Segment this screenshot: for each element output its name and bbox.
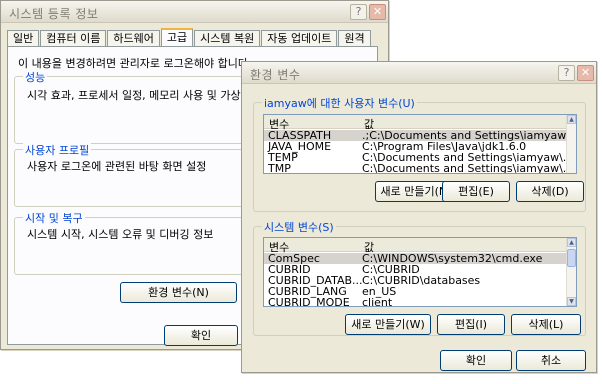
system-variables-list[interactable]: 변수 값 ComSpec C:\WINDOWS\system32\cmd.exe… xyxy=(263,237,577,307)
tab-hardware[interactable]: 하드웨어 xyxy=(107,30,160,46)
tab-automatic-updates[interactable]: 자동 업데이트 xyxy=(261,30,338,46)
close-icon[interactable]: ✕ xyxy=(369,4,386,20)
system-delete-button[interactable]: 삭제(L) xyxy=(511,314,581,335)
tab-general[interactable]: 일반 xyxy=(7,30,40,46)
ok-button[interactable]: 확인 xyxy=(164,325,238,346)
tab-remote[interactable]: 원격 xyxy=(338,30,371,46)
group-title: 시작 및 복구 xyxy=(23,210,85,226)
close-icon[interactable]: ✕ xyxy=(577,65,594,81)
help-icon[interactable]: ? xyxy=(558,65,575,81)
system-variables-group: 시스템 변수(S) 변수 값 ComSpec C:\WINDOWS\system… xyxy=(253,219,586,336)
variable-name: CUBRID_MODE xyxy=(268,296,350,307)
group-title: 시스템 변수(S) xyxy=(262,219,336,235)
user-variables-list[interactable]: 변수 값 CLASSPATH .;C:\Documents and Settin… xyxy=(263,114,577,174)
scroll-up-icon[interactable]: ▲ xyxy=(567,115,576,124)
group-description: 시각 효과, 프로세서 일정, 메모리 사용 및 가상 메 xyxy=(27,89,255,102)
tab-strip: 일반 컴퓨터 이름 하드웨어 고급 시스템 복원 자동 업데이트 원격 xyxy=(7,28,372,47)
group-title: iamyaw에 대한 사용자 변수(U) xyxy=(262,95,417,111)
group-title: 성능 xyxy=(23,69,48,85)
window-title: 환경 변수 xyxy=(250,68,301,82)
environment-variables-dialog: 환경 변수 ? ✕ iamyaw에 대한 사용자 변수(U) 변수 값 CLAS… xyxy=(241,61,597,373)
user-edit-button[interactable]: 편집(E) xyxy=(442,181,510,202)
tab-system-restore[interactable]: 시스템 복원 xyxy=(194,30,261,46)
window-title: 시스템 등록 정보 xyxy=(9,7,99,21)
list-header: 변수 값 xyxy=(264,238,566,254)
list-item[interactable]: TMP C:\Documents and Settings\iamyaw\... xyxy=(264,162,573,174)
help-icon[interactable]: ? xyxy=(350,4,367,20)
list-item[interactable]: CUBRID_MODE client xyxy=(264,296,566,307)
system-edit-button[interactable]: 편집(I) xyxy=(437,314,505,335)
list-header: 변수 값 xyxy=(264,115,566,131)
group-description: 시스템 시작, 시스템 오류 및 디버깅 정보 xyxy=(27,228,214,241)
ok-button[interactable]: 확인 xyxy=(440,350,512,371)
group-title: 사용자 프로필 xyxy=(23,142,92,158)
group-description: 사용자 로그온에 관련된 바탕 화면 설정 xyxy=(27,160,207,173)
vertical-scrollbar[interactable]: ▲ ▼ xyxy=(566,238,576,306)
variable-value: client xyxy=(362,296,393,307)
vertical-scrollbar[interactable]: ▲ xyxy=(566,115,576,173)
scroll-thumb[interactable] xyxy=(567,249,576,267)
variable-value: C:\Documents and Settings\iamyaw\... xyxy=(362,162,574,174)
tab-computer-name[interactable]: 컴퓨터 이름 xyxy=(40,30,107,46)
cancel-button[interactable]: 취소 xyxy=(516,350,586,371)
environment-variables-button[interactable]: 환경 변수(N) xyxy=(120,282,237,303)
admin-notice: 이 내용을 변경하려면 관리자로 로그온해야 합니다 xyxy=(18,57,249,70)
system-new-button[interactable]: 새로 만들기(W) xyxy=(345,314,431,335)
tab-advanced[interactable]: 고급 xyxy=(160,28,194,46)
scroll-up-icon[interactable]: ▲ xyxy=(567,238,576,247)
user-delete-button[interactable]: 삭제(D) xyxy=(516,181,584,202)
user-variables-group: iamyaw에 대한 사용자 변수(U) 변수 값 CLASSPATH .;C:… xyxy=(253,95,586,212)
scroll-down-icon[interactable]: ▼ xyxy=(567,297,576,306)
title-bar[interactable]: 시스템 등록 정보 ? ✕ xyxy=(1,1,388,23)
variable-name: TMP xyxy=(268,162,291,174)
title-bar[interactable]: 환경 변수 ? ✕ xyxy=(242,62,596,84)
